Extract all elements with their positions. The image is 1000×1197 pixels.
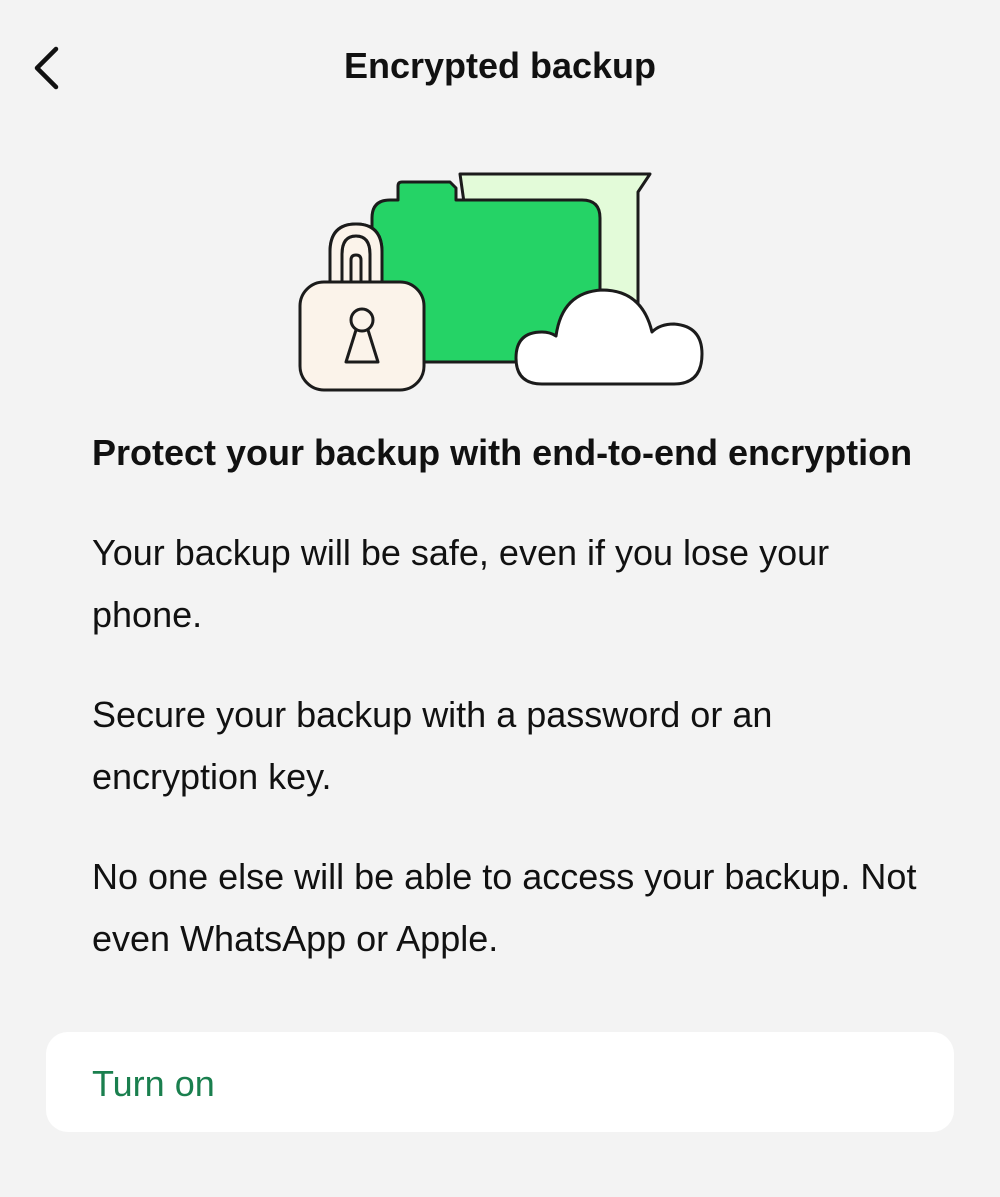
headline: Protect your backup with end-to-end encr… xyxy=(92,432,913,473)
paragraph-password-key: Secure your backup with a password or an… xyxy=(92,694,773,797)
turn-on-button[interactable]: Turn on xyxy=(92,1062,215,1106)
encrypted-backup-illustration xyxy=(298,172,704,392)
turn-on-card[interactable]: Turn on xyxy=(46,1032,954,1132)
description-section: Protect your backup with end-to-end encr… xyxy=(92,422,942,970)
paragraph-no-access: No one else will be able to access your … xyxy=(92,856,917,959)
page-title: Encrypted backup xyxy=(343,45,657,86)
paragraph-safe-backup: Your backup will be safe, even if you lo… xyxy=(92,532,830,635)
navigation-bar: Encrypted backup xyxy=(0,0,1000,130)
